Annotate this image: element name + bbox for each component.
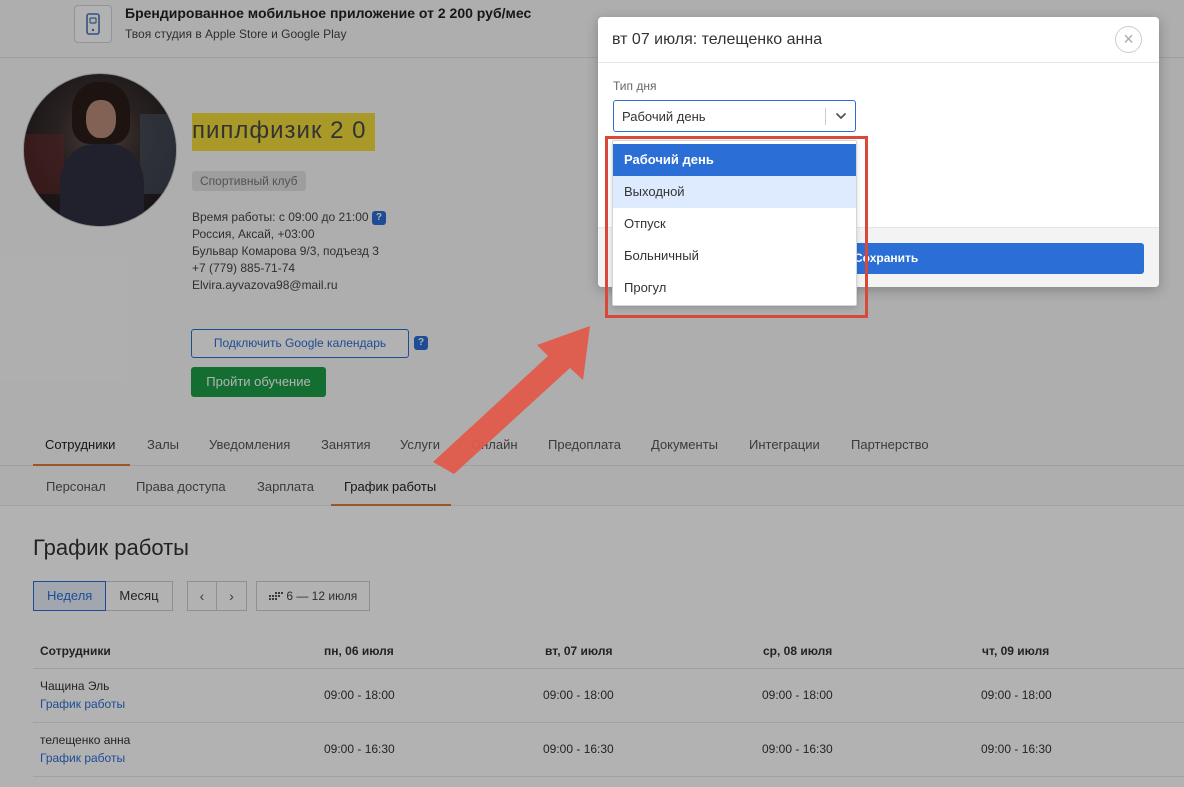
select-divider — [825, 108, 826, 125]
annotation-highlight-box — [605, 136, 868, 318]
save-button[interactable]: Сохранить — [836, 243, 1144, 274]
modal-header: вт 07 июля: телещенко анна × — [598, 17, 1159, 63]
day-type-select[interactable]: Рабочий день — [613, 100, 856, 132]
chevron-down-icon[interactable] — [832, 107, 850, 125]
modal-title: вт 07 июля: телещенко анна — [612, 31, 823, 48]
close-icon[interactable]: × — [1115, 26, 1142, 53]
day-type-value: Рабочий день — [622, 109, 706, 124]
day-type-label: Тип дня — [613, 79, 657, 93]
